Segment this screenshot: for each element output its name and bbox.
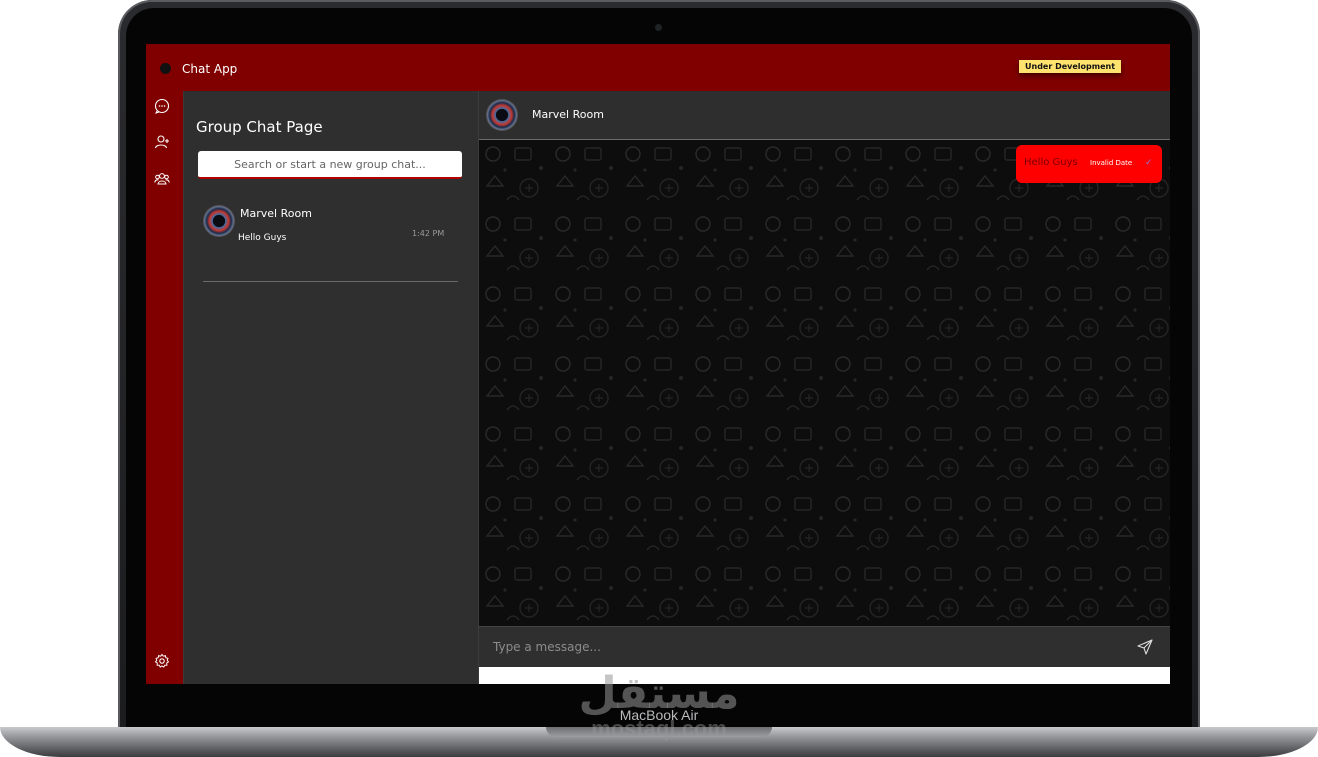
page-title: Group Chat Page (196, 118, 323, 136)
top-bar: Chat App Under Development (146, 44, 1170, 92)
message-bubble[interactable]: Hello Guys Invalid Date ✓ (1016, 145, 1162, 183)
message-area[interactable]: Hello Guys Invalid Date ✓ (479, 140, 1170, 626)
wallpaper-pattern (479, 140, 1170, 626)
chat-item-name: Marvel Room (240, 207, 312, 220)
chat-panel: Marvel Room Hello Guys Invalid Date ✓ Ty… (479, 91, 1170, 684)
camera-icon (655, 24, 662, 31)
send-icon[interactable] (1137, 639, 1153, 655)
group-list-panel: Group Chat Page Marvel Room Hello Guys 1… (184, 91, 479, 684)
app-title: Chat App (182, 62, 238, 76)
avatar (204, 206, 234, 236)
watermark-url: mostaql.com (591, 716, 727, 741)
search-input[interactable] (198, 151, 462, 179)
message-composer (479, 626, 1170, 667)
message-text: Hello Guys (1024, 157, 1078, 168)
check-icon: ✓ (1145, 158, 1153, 168)
chat-bubble-icon[interactable] (154, 98, 170, 114)
side-rail (146, 91, 184, 684)
chat-header: Marvel Room (479, 91, 1170, 140)
divider (203, 281, 458, 282)
chat-item-time: 1:42 PM (412, 229, 445, 238)
message-date: Invalid Date (1090, 159, 1133, 167)
room-avatar[interactable] (487, 100, 517, 130)
status-badge: Under Development (1019, 60, 1122, 73)
app-screen: Chat App Under Development Group Chat Pa (146, 44, 1170, 684)
chat-list-item[interactable]: Marvel Room Hello Guys 1:42 PM (204, 205, 458, 255)
message-input[interactable] (493, 637, 1093, 657)
group-icon[interactable] (154, 171, 170, 187)
app-logo-icon (160, 63, 171, 74)
add-user-icon[interactable] (154, 134, 170, 150)
room-name: Marvel Room (532, 108, 604, 121)
settings-icon[interactable] (154, 653, 170, 669)
chat-item-last-message: Hello Guys (238, 233, 287, 243)
